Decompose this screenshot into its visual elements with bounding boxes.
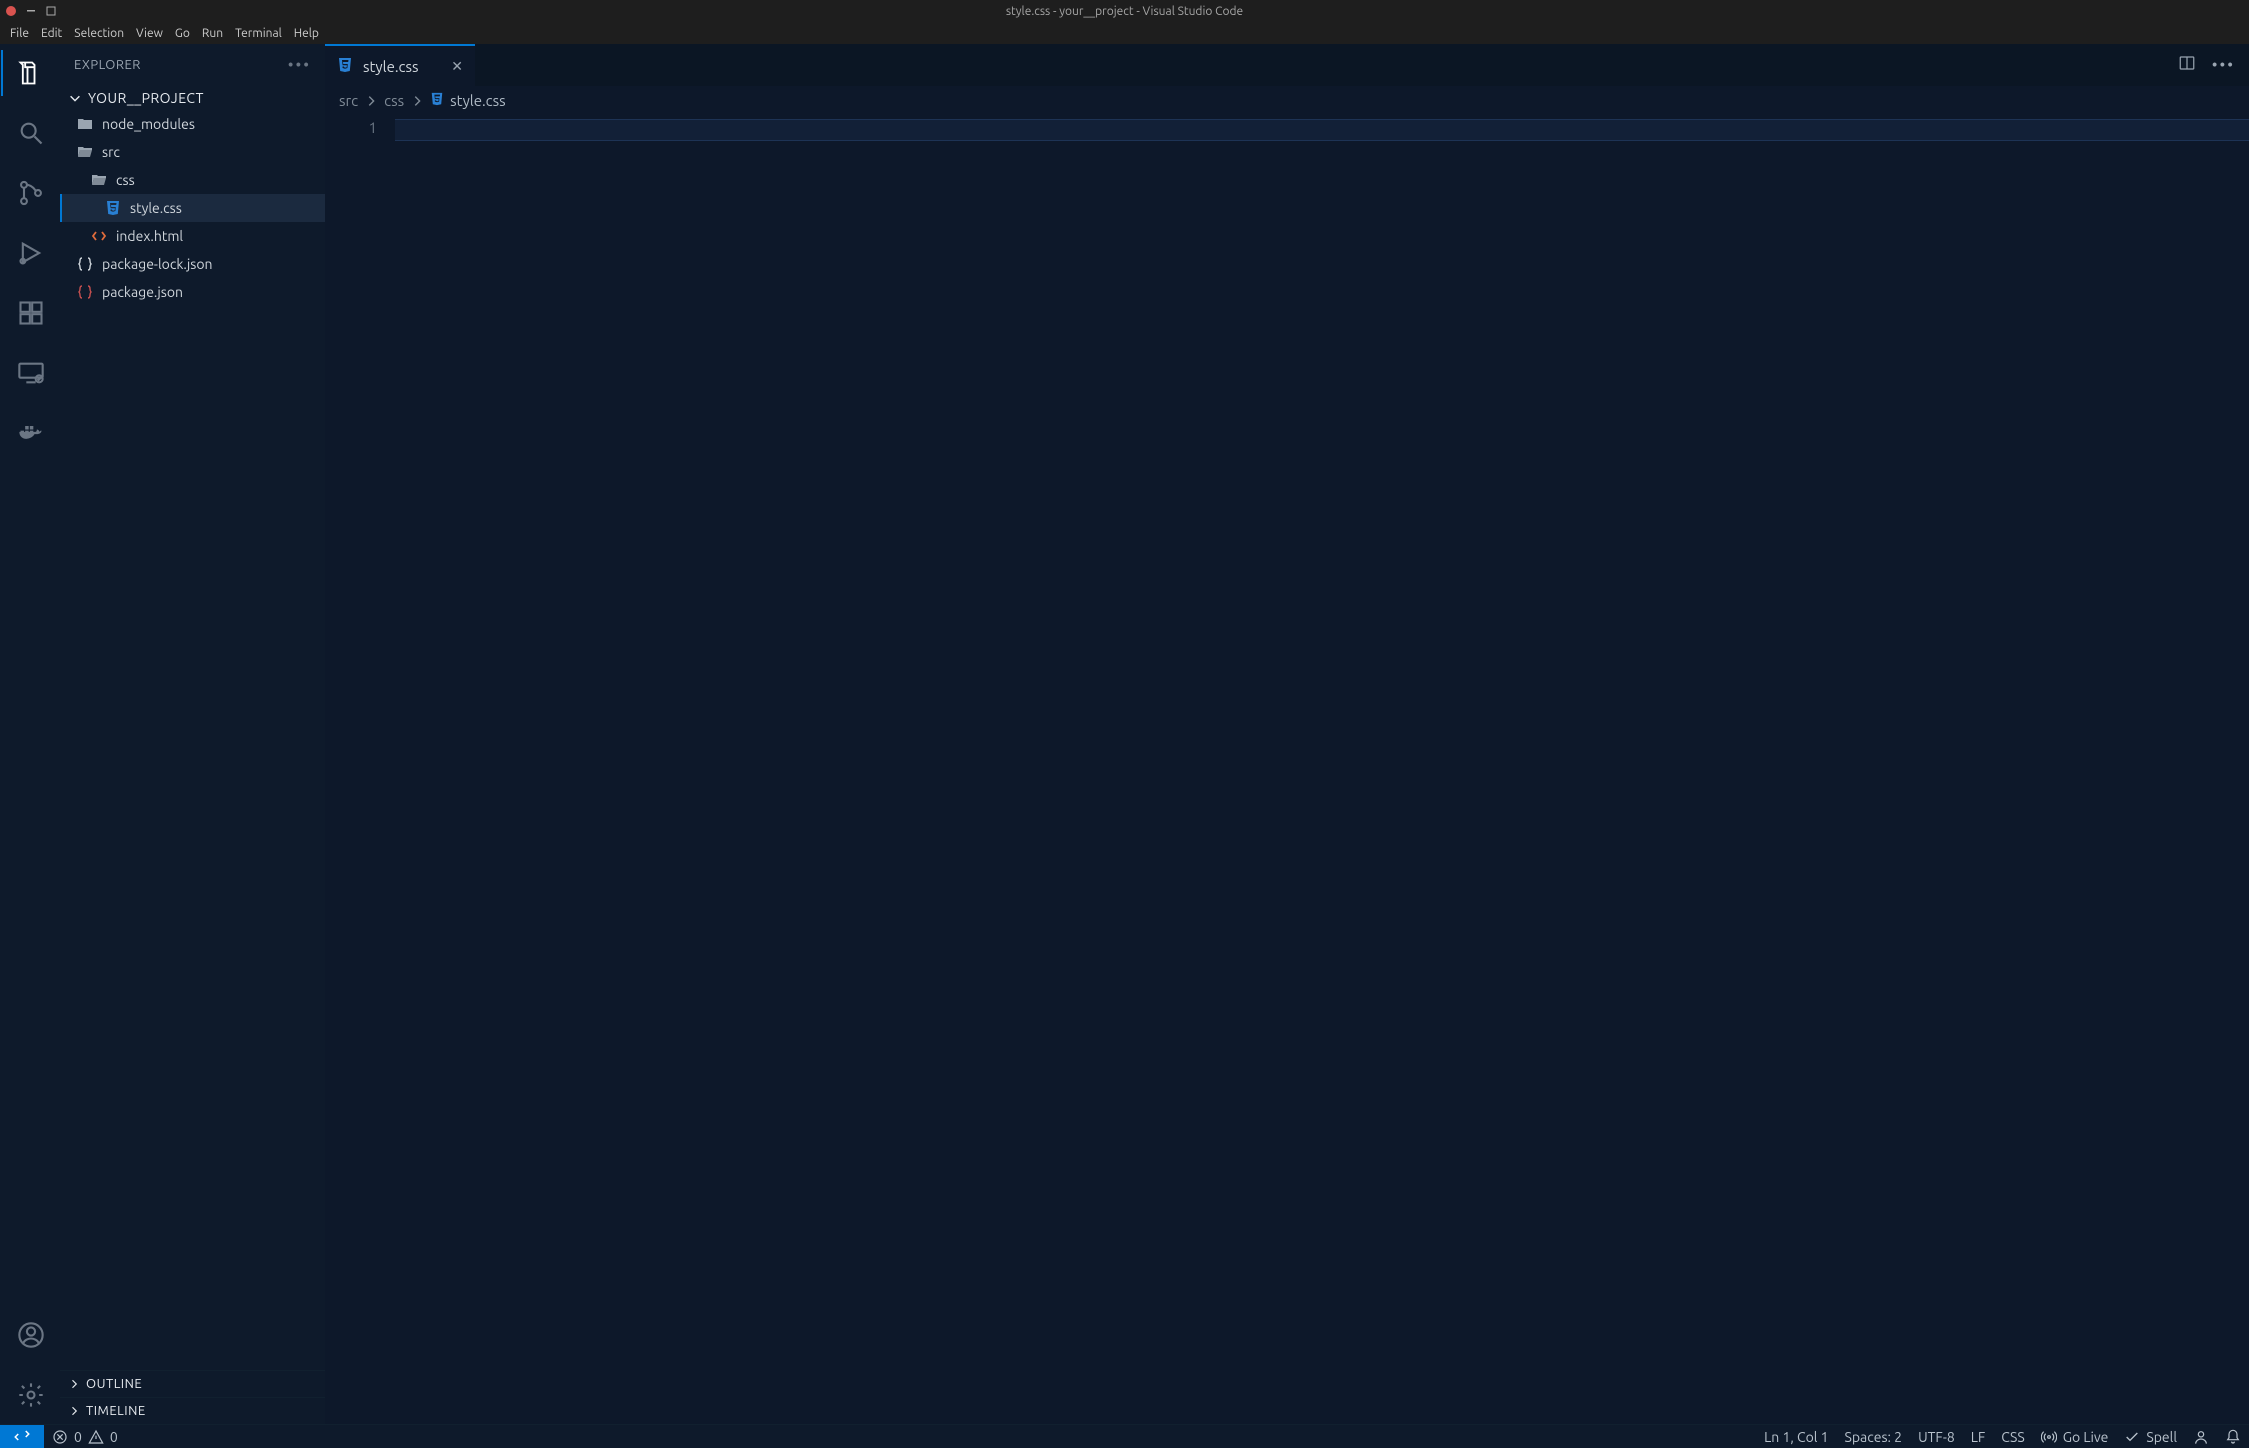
tree-item-label: node_modules [102, 116, 195, 132]
gutter: 1 [325, 115, 395, 1424]
tab-bar: style.css ✕ ••• [325, 44, 2249, 86]
css-file-icon [337, 57, 353, 76]
menu-view[interactable]: View [130, 25, 169, 42]
warning-icon [88, 1429, 104, 1445]
error-icon [52, 1429, 68, 1445]
tree-item-label: index.html [116, 228, 183, 244]
maximize-window-icon[interactable] [46, 6, 56, 16]
css-file-icon [430, 92, 444, 109]
breadcrumb-item[interactable]: src [339, 92, 358, 109]
file-type-icon [104, 200, 122, 216]
menu-help[interactable]: Help [288, 25, 325, 42]
close-tab-icon[interactable]: ✕ [451, 58, 463, 75]
menu-edit[interactable]: Edit [35, 25, 68, 42]
title-bar: style.css - your__project - Visual Studi… [0, 0, 2249, 22]
sidebar: EXPLORER ••• YOUR__PROJECT node_moduless… [60, 44, 325, 1424]
broadcast-icon [2041, 1429, 2057, 1445]
sidebar-more-icon[interactable]: ••• [288, 56, 311, 74]
menu-terminal[interactable]: Terminal [229, 25, 288, 42]
editor-more-icon[interactable]: ••• [2212, 56, 2235, 74]
activity-bar [0, 44, 60, 1424]
sidebar-header: EXPLORER ••• [60, 44, 325, 86]
indentation[interactable]: Spaces: 2 [1837, 1429, 1911, 1445]
language-mode[interactable]: CSS [1993, 1429, 2032, 1445]
tree-item-css[interactable]: css [60, 166, 325, 194]
menu-run[interactable]: Run [196, 25, 229, 42]
breadcrumb-item[interactable]: css [384, 92, 404, 109]
line-number: 1 [325, 119, 377, 136]
go-live[interactable]: Go Live [2033, 1429, 2117, 1445]
remote-explorer-icon[interactable] [1, 350, 61, 396]
warning-count: 0 [110, 1429, 118, 1445]
docker-icon[interactable] [1, 410, 61, 456]
outline-label: OUTLINE [86, 1377, 142, 1391]
file-type-icon [76, 284, 94, 300]
chevron-right-icon [68, 1405, 80, 1417]
notifications-icon[interactable] [2217, 1429, 2249, 1445]
tree-item-node-modules[interactable]: node_modules [60, 110, 325, 138]
tree-item-package-json[interactable]: package.json [60, 278, 325, 306]
tree-item-label: package.json [102, 284, 183, 300]
tree-item-label: css [116, 172, 135, 188]
explorer-icon[interactable] [1, 50, 61, 96]
file-type-icon [90, 228, 108, 244]
source-control-icon[interactable] [1, 170, 61, 216]
tab-style-css[interactable]: style.css ✕ [325, 44, 475, 86]
close-window-icon[interactable] [6, 6, 16, 16]
tree-item-label: src [102, 144, 120, 160]
search-icon[interactable] [1, 110, 61, 156]
accounts-icon[interactable] [1, 1312, 61, 1358]
remote-indicator[interactable] [0, 1425, 44, 1448]
code-area[interactable]: 1 [325, 115, 2249, 1424]
tree-item-package-lock-json[interactable]: package-lock.json [60, 250, 325, 278]
split-editor-icon[interactable] [2178, 54, 2196, 76]
extensions-icon[interactable] [1, 290, 61, 336]
menu-file[interactable]: File [4, 25, 35, 42]
file-type-icon [76, 144, 94, 160]
chevron-right-icon [68, 1378, 80, 1390]
tree-item-src[interactable]: src [60, 138, 325, 166]
eol[interactable]: LF [1963, 1429, 1994, 1445]
tree-item-style-css[interactable]: style.css [60, 194, 325, 222]
chevron-right-icon [410, 94, 424, 108]
file-tree: node_modulessrc css style.css index.html pac… [60, 110, 325, 1370]
window-title: style.css - your__project - Visual Studi… [1006, 5, 1243, 18]
settings-gear-icon[interactable] [1, 1372, 61, 1418]
project-root-label: YOUR__PROJECT [88, 90, 204, 106]
project-root[interactable]: YOUR__PROJECT [60, 86, 325, 110]
error-count: 0 [74, 1429, 82, 1445]
run-debug-icon[interactable] [1, 230, 61, 276]
spell-check[interactable]: Spell [2116, 1429, 2185, 1445]
menu-go[interactable]: Go [169, 25, 196, 42]
file-type-icon [90, 172, 108, 188]
tree-item-index-html[interactable]: index.html [60, 222, 325, 250]
check-icon [2124, 1429, 2140, 1445]
editor-area: style.css ✕ ••• src css style.css 1 [325, 44, 2249, 1424]
status-bar: 0 0 Ln 1, Col 1 Spaces: 2 UTF-8 LF CSS G… [0, 1424, 2249, 1448]
timeline-label: TIMELINE [86, 1404, 146, 1418]
window-controls [0, 6, 56, 16]
tree-item-label: package-lock.json [102, 256, 213, 272]
outline-section[interactable]: OUTLINE [60, 1370, 325, 1397]
tree-item-label: style.css [130, 200, 182, 216]
chevron-down-icon [68, 91, 82, 105]
breadcrumb[interactable]: src css style.css [325, 86, 2249, 115]
tab-label: style.css [363, 58, 419, 75]
feedback-icon[interactable] [2185, 1429, 2217, 1445]
active-line[interactable] [395, 119, 2249, 141]
breadcrumb-item[interactable]: style.css [450, 92, 506, 109]
file-type-icon [76, 256, 94, 272]
timeline-section[interactable]: TIMELINE [60, 1397, 325, 1424]
cursor-position[interactable]: Ln 1, Col 1 [1756, 1429, 1836, 1445]
sidebar-title: EXPLORER [74, 58, 141, 72]
file-type-icon [76, 116, 94, 132]
minimize-window-icon[interactable] [26, 6, 36, 16]
menu-bar: File Edit Selection View Go Run Terminal… [0, 22, 2249, 44]
problems-indicator[interactable]: 0 0 [44, 1429, 126, 1445]
menu-selection[interactable]: Selection [68, 25, 130, 42]
encoding[interactable]: UTF-8 [1910, 1429, 1963, 1445]
chevron-right-icon [364, 94, 378, 108]
